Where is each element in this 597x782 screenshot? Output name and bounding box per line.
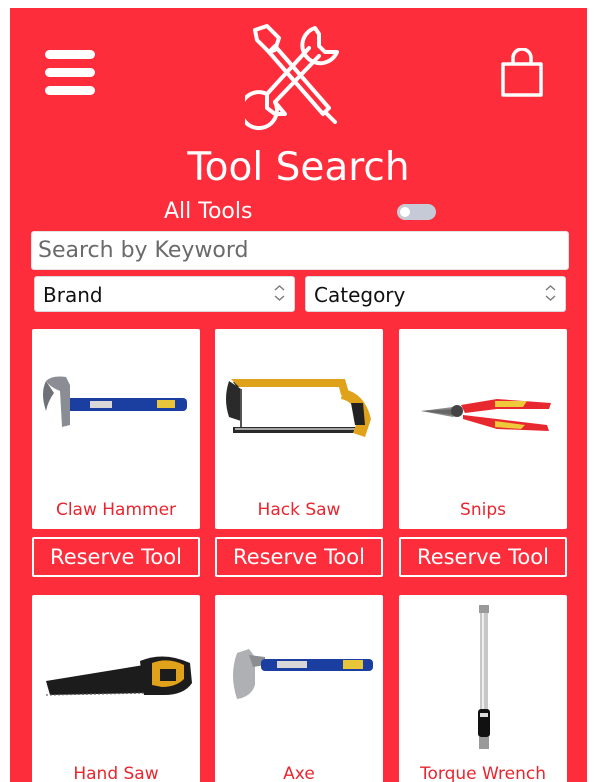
chevron-down-icon: [545, 285, 556, 301]
reserve-tool-button[interactable]: Reserve Tool: [399, 537, 567, 577]
tool-name: Hack Saw: [257, 500, 341, 520]
torque-wrench-image-icon: [478, 605, 490, 749]
brand-select-value: Brand: [43, 283, 103, 307]
tool-name: Axe: [283, 764, 315, 782]
brand-select[interactable]: Brand: [34, 276, 295, 312]
all-tools-toggle[interactable]: [397, 204, 436, 220]
tool-card[interactable]: Claw Hammer: [32, 329, 200, 529]
axe-image-icon: [233, 649, 373, 699]
snips-image-icon: [421, 399, 551, 431]
category-select[interactable]: Category: [305, 276, 566, 312]
tool-name: Snips: [460, 500, 506, 520]
tool-card[interactable]: Snips: [399, 329, 567, 529]
hand-saw-image-icon: [45, 656, 192, 696]
category-select-value: Category: [314, 283, 406, 307]
chevron-down-icon: [274, 285, 285, 301]
tool-card[interactable]: Hand Saw: [32, 595, 200, 782]
reserve-tool-button[interactable]: Reserve Tool: [32, 537, 200, 577]
claw-hammer-image-icon: [43, 376, 187, 427]
crossed-tools-logo-icon: [245, 24, 339, 131]
tool-name: Torque Wrench: [419, 764, 547, 782]
toggle-knob: [400, 207, 410, 217]
tool-name: Claw Hammer: [55, 500, 177, 520]
tool-name: Hand Saw: [73, 764, 159, 782]
hamburger-menu-icon[interactable]: [45, 50, 95, 96]
keyword-search-input[interactable]: [31, 231, 569, 270]
tool-card[interactable]: Axe: [215, 595, 383, 782]
all-tools-label: All Tools: [164, 199, 253, 224]
hack-saw-image-icon: [226, 379, 371, 437]
reserve-tool-button[interactable]: Reserve Tool: [215, 537, 383, 577]
tool-card[interactable]: Torque Wrench: [399, 595, 567, 782]
tool-search-app: Tool Search All Tools Brand Category Cla…: [10, 8, 587, 782]
shopping-bag-icon[interactable]: [500, 48, 544, 98]
tool-card[interactable]: Hack Saw: [215, 329, 383, 529]
page-title: Tool Search: [187, 145, 410, 190]
